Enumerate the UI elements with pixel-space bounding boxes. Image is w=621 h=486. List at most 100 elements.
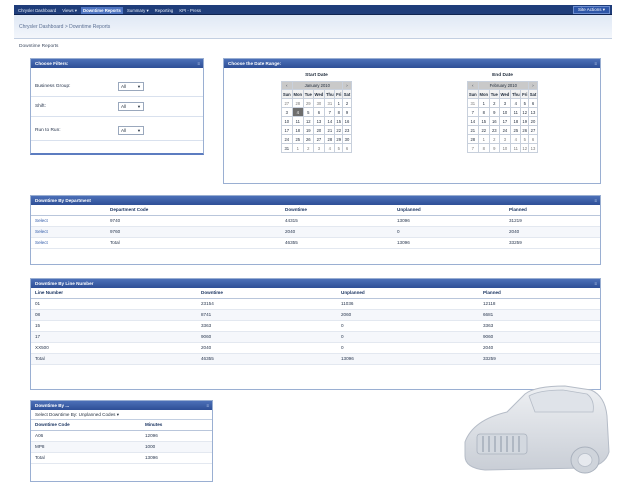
calendar-day[interactable]: 29 bbox=[334, 134, 343, 144]
calendar-day[interactable]: 13 bbox=[528, 107, 538, 117]
calendar-day[interactable]: 17 bbox=[281, 125, 293, 135]
calendar-day[interactable]: 4 bbox=[324, 143, 336, 153]
calendar-day[interactable]: 18 bbox=[291, 125, 304, 135]
calendar-day[interactable]: 21 bbox=[324, 125, 336, 135]
breadcrumb[interactable]: Chrysler Dashboard > Downtime Reports bbox=[19, 24, 110, 30]
select-link[interactable]: Select bbox=[31, 215, 106, 227]
calendar-day[interactable]: 18 bbox=[510, 116, 522, 126]
run-to-run-select[interactable]: All ▼ bbox=[118, 126, 144, 135]
calendar-day[interactable]: 12 bbox=[520, 143, 529, 153]
next-month-icon[interactable]: › bbox=[528, 81, 538, 90]
calendar-day[interactable]: 22 bbox=[477, 125, 490, 135]
calendar-day[interactable]: 1 bbox=[477, 98, 490, 108]
calendar-day[interactable]: 24 bbox=[281, 134, 293, 144]
calendar-day[interactable]: 12 bbox=[520, 107, 529, 117]
calendar-day[interactable]: 8 bbox=[477, 107, 490, 117]
select-link[interactable]: Select bbox=[31, 226, 106, 238]
calendar-day[interactable]: 10 bbox=[498, 143, 512, 153]
calendar-day[interactable]: 1 bbox=[334, 98, 343, 108]
calendar-day[interactable]: 28 bbox=[291, 98, 304, 108]
select-link[interactable]: Select bbox=[31, 237, 106, 249]
nav-summary-menu[interactable]: Summary ▾ bbox=[125, 7, 151, 14]
calendar-day[interactable]: 8 bbox=[477, 143, 490, 153]
calendar-day[interactable]: 23 bbox=[488, 125, 500, 135]
calendar-day[interactable]: 7 bbox=[467, 143, 479, 153]
calendar-day[interactable]: 9 bbox=[488, 143, 500, 153]
calendar-day[interactable]: 4 bbox=[510, 98, 522, 108]
site-actions-button[interactable]: Site Actions ▾ bbox=[572, 6, 610, 14]
calendar-day[interactable]: 14 bbox=[324, 116, 336, 126]
calendar-day[interactable]: 11 bbox=[510, 107, 522, 117]
calendar-day[interactable]: 31 bbox=[467, 98, 479, 108]
nav-reporting[interactable]: Reporting bbox=[153, 7, 176, 14]
calendar-day[interactable]: 7 bbox=[324, 107, 336, 117]
calendar-day[interactable]: 12 bbox=[302, 116, 314, 126]
calendar-day[interactable]: 4 bbox=[510, 134, 522, 144]
collapse-icon[interactable]: ≡ bbox=[594, 196, 597, 205]
calendar-day[interactable]: 15 bbox=[477, 116, 490, 126]
calendar-day[interactable]: 28 bbox=[324, 134, 336, 144]
calendar-day[interactable]: 23 bbox=[342, 125, 352, 135]
calendar-day[interactable]: 6 bbox=[528, 98, 538, 108]
calendar-day[interactable]: 3 bbox=[312, 143, 326, 153]
calendar-day[interactable]: 2 bbox=[488, 134, 500, 144]
collapse-icon[interactable]: ≡ bbox=[197, 59, 200, 68]
calendar-day[interactable]: 19 bbox=[302, 125, 314, 135]
next-month-icon[interactable]: › bbox=[342, 81, 352, 90]
calendar-day[interactable]: 4 bbox=[291, 107, 304, 117]
calendar-day[interactable]: 16 bbox=[488, 116, 500, 126]
calendar-day[interactable]: 25 bbox=[510, 125, 522, 135]
calendar-day[interactable]: 20 bbox=[528, 116, 538, 126]
calendar-day[interactable]: 17 bbox=[498, 116, 512, 126]
calendar-day[interactable]: 5 bbox=[520, 98, 529, 108]
calendar-day[interactable]: 3 bbox=[281, 107, 293, 117]
calendar-day[interactable]: 5 bbox=[334, 143, 343, 153]
calendar-day[interactable]: 29 bbox=[302, 98, 314, 108]
collapse-icon[interactable]: ≡ bbox=[594, 59, 597, 68]
calendar-day[interactable]: 5 bbox=[520, 134, 529, 144]
calendar-day[interactable]: 28 bbox=[467, 134, 479, 144]
calendar-day[interactable]: 5 bbox=[302, 107, 314, 117]
calendar-day[interactable]: 11 bbox=[510, 143, 522, 153]
downtime-by-select[interactable]: Unplanned Codes ▾ bbox=[79, 412, 119, 417]
calendar-day[interactable]: 21 bbox=[467, 125, 479, 135]
nav-chrysler-dashboard[interactable]: Chrysler Dashboard bbox=[16, 7, 58, 14]
business-group-select[interactable]: All ▼ bbox=[118, 82, 144, 91]
calendar-day[interactable]: 31 bbox=[281, 143, 293, 153]
calendar-day[interactable]: 3 bbox=[498, 98, 512, 108]
calendar-day[interactable]: 26 bbox=[520, 125, 529, 135]
calendar-day[interactable]: 27 bbox=[528, 125, 538, 135]
calendar-day[interactable]: 16 bbox=[342, 116, 352, 126]
calendar-day[interactable]: 13 bbox=[312, 116, 326, 126]
calendar-day[interactable]: 19 bbox=[520, 116, 529, 126]
calendar-day[interactable]: 2 bbox=[488, 98, 500, 108]
calendar-day[interactable]: 22 bbox=[334, 125, 343, 135]
calendar-day[interactable]: 14 bbox=[467, 116, 479, 126]
calendar-day[interactable]: 26 bbox=[302, 134, 314, 144]
calendar-day[interactable]: 15 bbox=[334, 116, 343, 126]
prev-month-icon[interactable]: ‹ bbox=[467, 81, 479, 90]
calendar-day[interactable]: 3 bbox=[498, 134, 512, 144]
calendar-day[interactable]: 11 bbox=[291, 116, 304, 126]
calendar-day[interactable]: 24 bbox=[498, 125, 512, 135]
shift-select[interactable]: All ▼ bbox=[118, 102, 144, 111]
collapse-icon[interactable]: ≡ bbox=[206, 401, 209, 410]
collapse-icon[interactable]: ≡ bbox=[594, 279, 597, 288]
calendar-day[interactable]: 20 bbox=[312, 125, 326, 135]
calendar-day[interactable]: 9 bbox=[342, 107, 352, 117]
calendar-day[interactable]: 10 bbox=[281, 116, 293, 126]
nav-views-menu[interactable]: Views ▾ bbox=[60, 7, 79, 14]
calendar-day[interactable]: 8 bbox=[334, 107, 343, 117]
calendar-day[interactable]: 9 bbox=[488, 107, 500, 117]
calendar-day[interactable]: 6 bbox=[312, 107, 326, 117]
nav-downtime-reports[interactable]: Downtime Reports bbox=[80, 7, 123, 14]
calendar-day[interactable]: 25 bbox=[291, 134, 304, 144]
calendar-day[interactable]: 6 bbox=[528, 134, 538, 144]
calendar-day[interactable]: 10 bbox=[498, 107, 512, 117]
calendar-day[interactable]: 1 bbox=[291, 143, 304, 153]
calendar-day[interactable]: 2 bbox=[302, 143, 314, 153]
calendar-day[interactable]: 27 bbox=[281, 98, 293, 108]
calendar-day[interactable]: 2 bbox=[342, 98, 352, 108]
calendar-day[interactable]: 30 bbox=[312, 98, 326, 108]
calendar-day[interactable]: 13 bbox=[528, 143, 538, 153]
